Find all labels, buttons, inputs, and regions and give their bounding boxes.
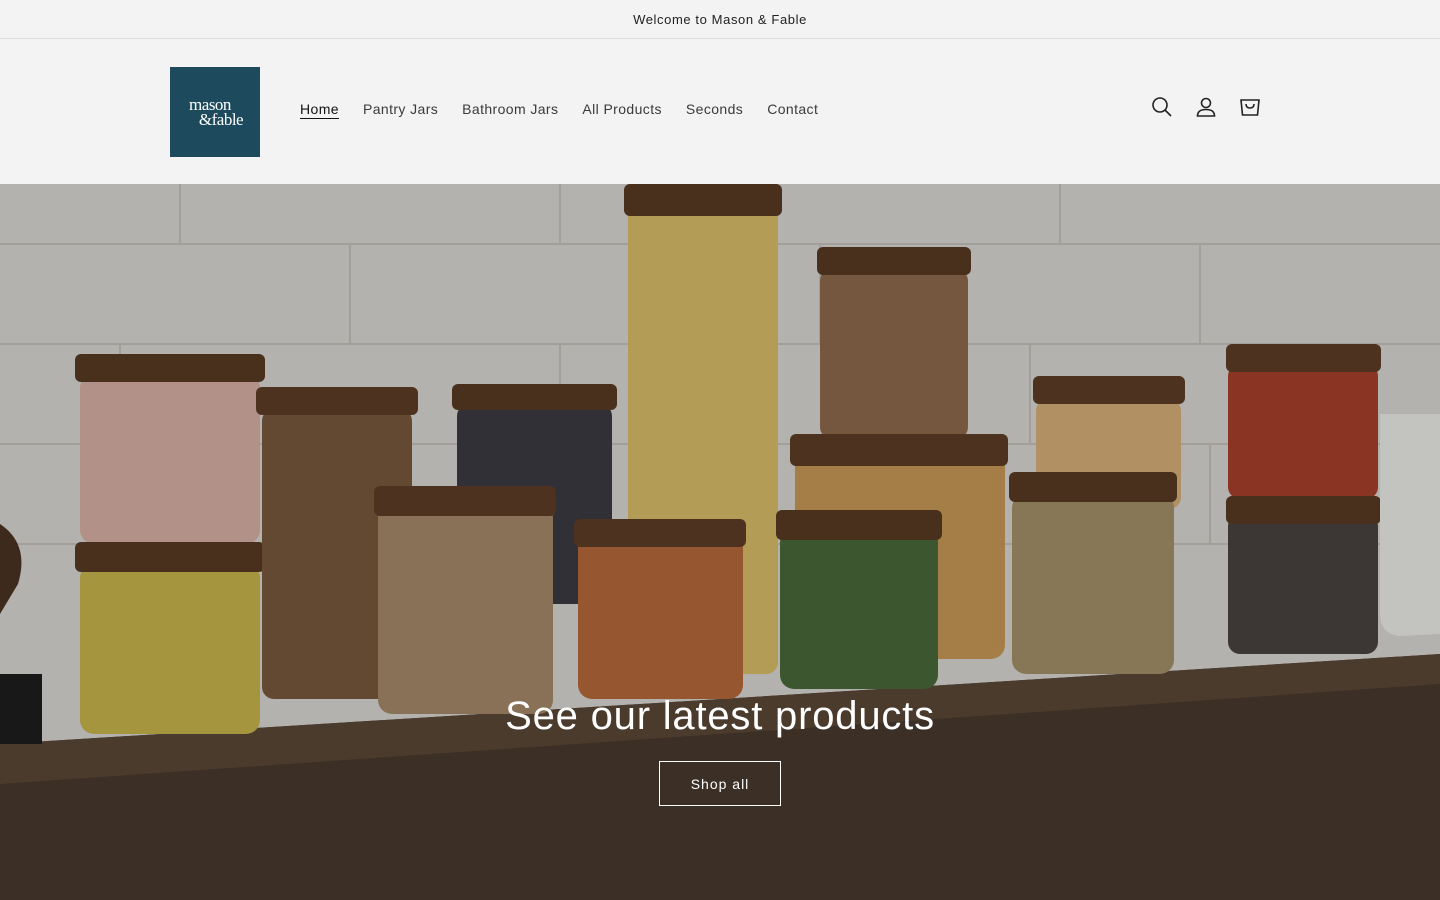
nav-seconds[interactable]: Seconds xyxy=(674,97,755,121)
main-nav: Home Pantry Jars Bathroom Jars All Produ… xyxy=(288,97,830,121)
nav-all-products[interactable]: All Products xyxy=(570,97,674,121)
site-header: mason &fable Home Pantry Jars Bathroom J… xyxy=(0,39,1440,185)
account-icon[interactable] xyxy=(1186,87,1226,127)
nav-bathroom-jars[interactable]: Bathroom Jars xyxy=(450,97,570,121)
search-icon[interactable] xyxy=(1142,87,1182,127)
nav-home[interactable]: Home xyxy=(288,97,351,121)
hero-banner: See our latest products Shop all xyxy=(0,184,1440,900)
announcement-bar: Welcome to Mason & Fable xyxy=(0,0,1440,39)
hero-content: See our latest products Shop all xyxy=(0,694,1440,806)
cart-icon[interactable] xyxy=(1230,87,1270,127)
logo[interactable]: mason &fable xyxy=(170,67,260,157)
nav-pantry-jars[interactable]: Pantry Jars xyxy=(351,97,450,121)
shop-all-button[interactable]: Shop all xyxy=(658,761,782,806)
logo-line-2: &fable xyxy=(198,110,244,129)
announcement-text: Welcome to Mason & Fable xyxy=(633,11,807,27)
nav-contact[interactable]: Contact xyxy=(755,97,830,121)
hero-title: See our latest products xyxy=(505,694,935,738)
header-icons xyxy=(1142,87,1270,127)
